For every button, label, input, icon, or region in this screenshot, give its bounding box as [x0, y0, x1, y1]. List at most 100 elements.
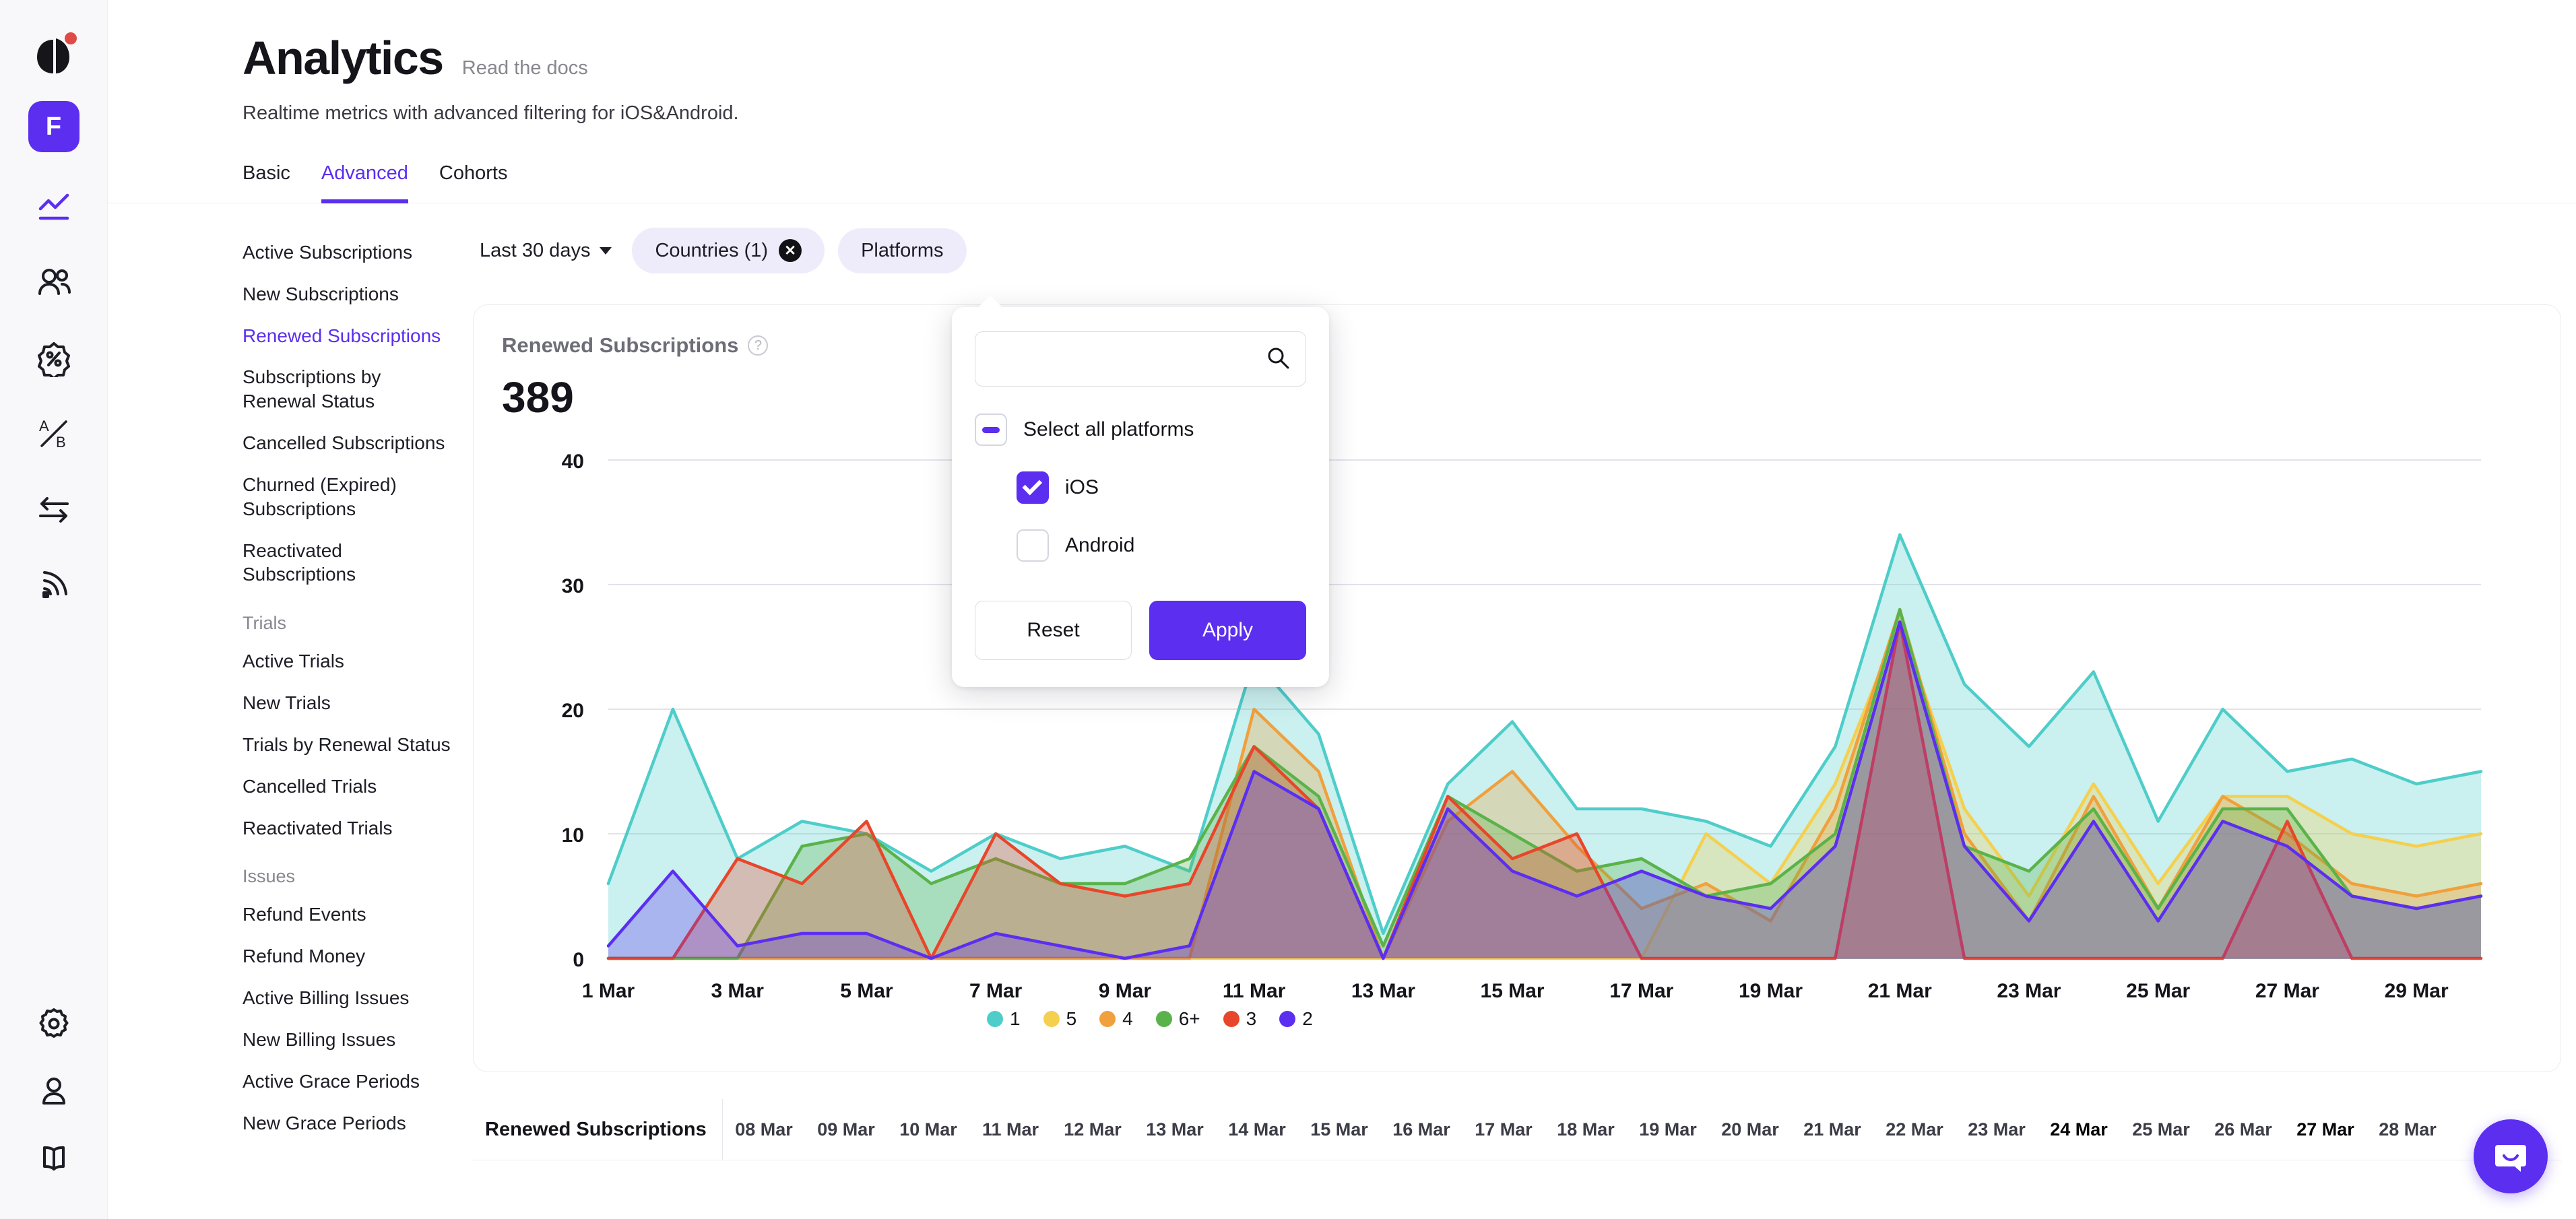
sidebar-item-trials-by-renewal-status[interactable]: Trials by Renewal Status [243, 724, 458, 766]
table-header-date[interactable]: 12 Mar [1052, 1119, 1134, 1140]
ab-test-icon[interactable]: A B [22, 401, 86, 466]
table-header-date[interactable]: 13 Mar [1134, 1119, 1216, 1140]
table-header-date[interactable]: 14 Mar [1216, 1119, 1298, 1140]
sidebar-item-renewed-subscriptions[interactable]: Renewed Subscriptions [243, 315, 458, 357]
discount-badge-icon[interactable] [22, 326, 86, 391]
legend-item-2[interactable]: 2 [1279, 1008, 1313, 1030]
filter-chip-countries-label: Countries (1) [655, 239, 769, 261]
svg-text:40: 40 [562, 451, 584, 473]
analytics-line-chart-icon[interactable] [22, 175, 86, 240]
svg-text:7 Mar: 7 Mar [969, 980, 1023, 1002]
date-range-selector[interactable]: Last 30 days [473, 229, 618, 273]
search-input[interactable] [990, 348, 1265, 370]
card-title-row: Renewed Subscriptions ? [502, 333, 2561, 358]
chart-area: 0 10 20 30 40 1 Mar 3 Mar 5 Mar 7 Mar 9 Mar 11 Mar… [474, 447, 2561, 1072]
legend-item-4[interactable]: 4 [1099, 1008, 1133, 1030]
legend-item-1[interactable]: 1 [987, 1008, 1021, 1030]
table-header-date[interactable]: 26 Mar [2202, 1119, 2284, 1140]
sidebar-item-new-billing-issues[interactable]: New Billing Issues [243, 1019, 458, 1061]
android-checkbox[interactable] [1017, 529, 1049, 562]
table-header-date[interactable]: 21 Mar [1791, 1119, 1873, 1140]
nav-group-trials: Trials [243, 613, 286, 634]
table-header-date[interactable]: 18 Mar [1545, 1119, 1627, 1140]
sidebar-item-reactivated-subscriptions[interactable]: Reactivated Subscriptions [243, 530, 458, 596]
svg-text:B: B [56, 434, 66, 451]
tab-bar: Basic Advanced Cohorts [108, 162, 2576, 203]
sidebar-item-new-subscriptions[interactable]: New Subscriptions [243, 273, 458, 315]
table-header-date[interactable]: 23 Mar [1956, 1119, 2038, 1140]
legend-item-5[interactable]: 5 [1043, 1008, 1076, 1030]
table-header-date[interactable]: 10 Mar [887, 1119, 969, 1140]
legend-label-2: 2 [1302, 1008, 1313, 1029]
table-header-date[interactable]: 24 Mar [2038, 1119, 2120, 1140]
platform-search-box[interactable] [975, 331, 1306, 387]
card-title: Renewed Subscriptions [502, 333, 739, 357]
area-chart[interactable]: 0 10 20 30 40 1 Mar 3 Mar 5 Mar 7 Mar 9 Mar 11 Mar… [474, 447, 2535, 1039]
search-icon[interactable] [1265, 345, 1291, 374]
table-header-date[interactable]: 27 Mar [2284, 1119, 2366, 1140]
legend-dot-1 [987, 1011, 1003, 1027]
sidebar-item-reactivated-trials[interactable]: Reactivated Trials [243, 808, 458, 849]
legend-dot-6plus [1155, 1011, 1172, 1027]
table-header-date[interactable]: 17 Mar [1462, 1119, 1545, 1140]
table-header-date[interactable]: 11 Mar [969, 1119, 1052, 1140]
transfer-arrows-icon[interactable] [22, 477, 86, 541]
filter-chip-platforms[interactable]: Platforms [838, 228, 967, 273]
table-header-date[interactable]: 15 Mar [1298, 1119, 1380, 1140]
brand-leaf-logo[interactable] [22, 22, 86, 86]
legend-label-3: 3 [1246, 1008, 1257, 1029]
sidebar-item-active-billing-issues[interactable]: Active Billing Issues [243, 977, 458, 1019]
sidebar-item-refund-money[interactable]: Refund Money [243, 935, 458, 977]
filter-chip-countries[interactable]: Countries (1) ✕ [632, 228, 825, 273]
broadcast-icon[interactable] [22, 552, 86, 617]
close-icon[interactable]: ✕ [779, 239, 802, 262]
table-header-date[interactable]: 22 Mar [1873, 1119, 1956, 1140]
platform-option-android[interactable]: Android [975, 529, 1306, 562]
rail-bottom-group [0, 989, 108, 1191]
legend-item-3[interactable]: 3 [1223, 1008, 1257, 1030]
table-header-date[interactable]: 19 Mar [1627, 1119, 1709, 1140]
table-header-date[interactable]: 25 Mar [2120, 1119, 2202, 1140]
sidebar-item-active-subscriptions[interactable]: Active Subscriptions [243, 232, 458, 273]
sidebar-item-subscriptions-by-renewal-status[interactable]: Subscriptions by Renewal Status [243, 356, 458, 422]
page-root: Analytics Read the docs Realtime metrics… [108, 0, 2576, 1219]
reset-button[interactable]: Reset [975, 601, 1132, 660]
sidebar-item-active-grace-periods[interactable]: Active Grace Periods [243, 1061, 458, 1102]
legend-item-6plus[interactable]: 6+ [1155, 1008, 1200, 1030]
users-icon[interactable] [22, 251, 86, 315]
table-header-date[interactable]: 16 Mar [1380, 1119, 1462, 1140]
read-the-docs-link[interactable]: Read the docs [462, 57, 588, 79]
tab-advanced[interactable]: Advanced [321, 162, 408, 203]
workspace-avatar[interactable]: F [28, 101, 79, 152]
sidebar-item-refund-events[interactable]: Refund Events [243, 894, 458, 935]
gear-icon[interactable] [22, 991, 86, 1056]
question-mark-icon[interactable]: ? [748, 335, 769, 356]
apply-button[interactable]: Apply [1149, 601, 1306, 660]
sidebar-item-active-trials[interactable]: Active Trials [243, 640, 458, 682]
card-total-value: 389 [502, 373, 574, 422]
book-icon[interactable] [22, 1126, 86, 1191]
sidebar-item-cancelled-trials[interactable]: Cancelled Trials [243, 766, 458, 808]
person-icon[interactable] [22, 1059, 86, 1123]
sidebar-item-new-trials[interactable]: New Trials [243, 682, 458, 724]
table-header-date[interactable]: 08 Mar [723, 1119, 805, 1140]
sidebar-item-churned-subscriptions[interactable]: Churned (Expired) Subscriptions [243, 464, 458, 530]
ios-checkbox[interactable] [1017, 471, 1049, 504]
table-header-date[interactable]: 09 Mar [805, 1119, 887, 1140]
table-header-date[interactable]: 20 Mar [1709, 1119, 1791, 1140]
svg-text:27 Mar: 27 Mar [2255, 980, 2319, 1002]
icon-rail: F A B [0, 0, 108, 1219]
chat-bubble-smile-icon[interactable] [2474, 1119, 2548, 1193]
select-all-platforms-row[interactable]: Select all platforms [975, 414, 1306, 446]
table-header-date[interactable]: 28 Mar [2366, 1119, 2449, 1140]
tab-cohorts[interactable]: Cohorts [439, 162, 508, 203]
tab-basic[interactable]: Basic [243, 162, 290, 203]
platform-option-ios[interactable]: iOS [975, 471, 1306, 504]
sidebar-item-cancelled-subscriptions[interactable]: Cancelled Subscriptions [243, 422, 458, 464]
legend-dot-3 [1223, 1011, 1239, 1027]
android-label: Android [1065, 534, 1135, 556]
legend-dot-5 [1043, 1011, 1060, 1027]
select-all-checkbox[interactable] [975, 414, 1007, 446]
chevron-down-icon [600, 246, 612, 255]
sidebar-item-new-grace-periods[interactable]: New Grace Periods [243, 1102, 458, 1144]
